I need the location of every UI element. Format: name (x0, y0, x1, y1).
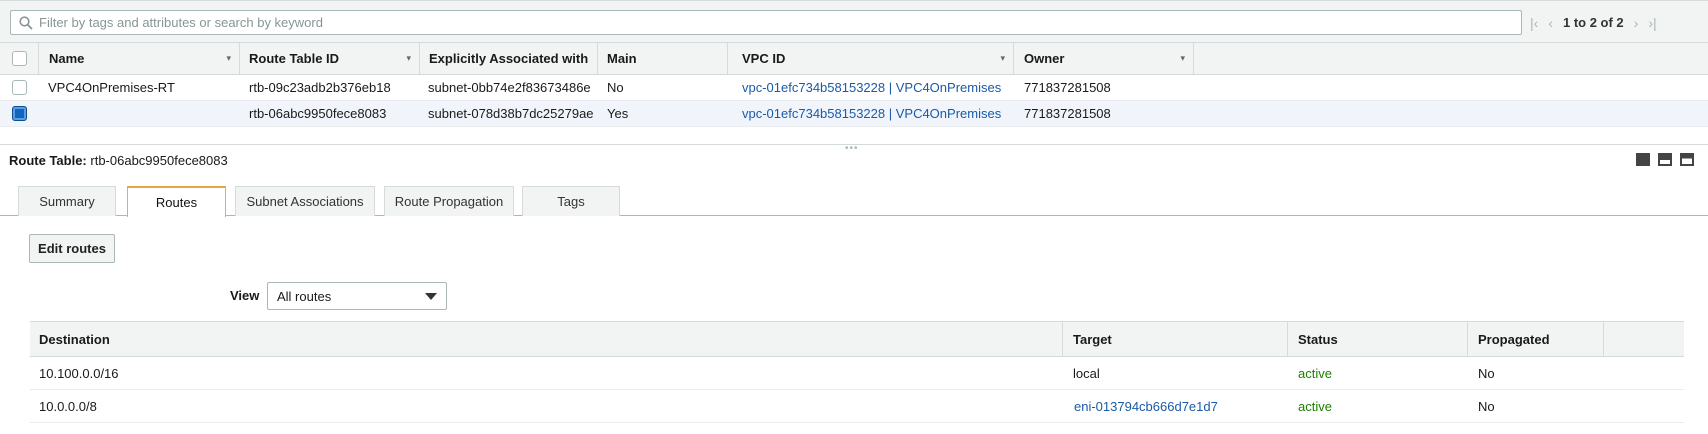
chevron-down-icon (425, 293, 437, 300)
sort-icon[interactable]: ▾ (1180, 53, 1185, 64)
column-header-propagated[interactable]: Propagated (1468, 322, 1604, 356)
main-flag: No (607, 80, 624, 95)
table-row[interactable]: VPC4OnPremises-RT rtb-09c23adb2b376eb18 … (0, 75, 1708, 101)
column-header-main[interactable]: Main (598, 43, 728, 74)
table-row: 10.100.0.0/16 local active No (30, 357, 1684, 390)
table-row[interactable]: rtb-06abc9950fece8083 subnet-078d38b7dc2… (0, 101, 1708, 127)
first-page-icon[interactable]: |‹ (1530, 15, 1538, 31)
pagination: |‹ ‹ 1 to 2 of 2 › ›| (1530, 10, 1700, 35)
search-input[interactable]: Filter by tags and attributes or search … (10, 10, 1522, 35)
main-flag: Yes (607, 106, 629, 121)
last-page-icon[interactable]: ›| (1648, 15, 1656, 31)
table-row: 10.0.0.0/8 eni-013794cb666d7e1d7 active … (30, 390, 1684, 423)
next-page-icon[interactable]: › (1634, 15, 1639, 31)
view-label: View (230, 288, 260, 303)
layout-top-icon[interactable] (1680, 153, 1694, 166)
tab-summary[interactable]: Summary (18, 186, 116, 216)
filter-bar: Filter by tags and attributes or search … (0, 0, 1708, 42)
panel-divider (0, 144, 1708, 145)
routes-table: Destination Target Status Propagated 10.… (30, 321, 1684, 423)
detail-title: Route Table: rtb-06abc9950fece8083 (9, 153, 228, 168)
route-table-id: rtb-06abc9950fece8083 (249, 106, 387, 121)
search-icon (19, 15, 33, 30)
view-select[interactable]: All routes (267, 282, 447, 310)
select-all-checkbox[interactable] (12, 51, 27, 66)
layout-split-icon[interactable] (1658, 153, 1672, 166)
view-select-value: All routes (277, 288, 332, 304)
explicit-association: subnet-0bb74e2f83673486e (428, 80, 591, 95)
detail-tabs: Summary Routes Subnet Associations Route… (0, 186, 1708, 217)
route-table-id: rtb-09c23adb2b376eb18 (249, 80, 391, 95)
column-header-target[interactable]: Target (1063, 322, 1288, 356)
route-target-link[interactable]: eni-013794cb666d7e1d7 (1074, 390, 1218, 422)
pagination-text: 1 to 2 of 2 (1562, 15, 1624, 30)
route-target: local (1073, 365, 1100, 381)
route-propagated: No (1478, 398, 1495, 414)
routes-table-header: Destination Target Status Propagated (30, 321, 1684, 357)
owner: 771837281508 (1024, 106, 1111, 121)
prev-page-icon[interactable]: ‹ (1548, 15, 1553, 31)
table-header: Name ▾ Route Table ID ▾ Explicitly Associa… (0, 42, 1708, 75)
column-header-explicitly-associated[interactable]: Explicitly Associated with (420, 43, 598, 74)
vpc-link[interactable]: vpc-01efc734b58153228 | VPC4OnPremises (742, 101, 1001, 126)
route-propagated: No (1478, 365, 1495, 381)
route-destination: 10.100.0.0/16 (39, 365, 119, 381)
owner: 771837281508 (1024, 80, 1111, 95)
sort-icon[interactable]: ▾ (406, 53, 411, 64)
route-tables-table: Name ▾ Route Table ID ▾ Explicitly Associa… (0, 42, 1708, 127)
row-checkbox[interactable] (12, 80, 27, 95)
row-checkbox[interactable] (12, 106, 27, 121)
layout-toggle (1636, 153, 1694, 166)
explicit-association: subnet-078d38b7dc25279ae (428, 106, 594, 121)
route-table-name: VPC4OnPremises-RT (48, 80, 175, 95)
route-status: active (1298, 365, 1332, 381)
vpc-link[interactable]: vpc-01efc734b58153228 | VPC4OnPremises (742, 75, 1001, 100)
tab-subnet-associations[interactable]: Subnet Associations (235, 186, 375, 216)
column-header-status[interactable]: Status (1288, 322, 1468, 356)
sort-icon[interactable]: ▾ (226, 53, 231, 64)
column-header-destination[interactable]: Destination (30, 322, 1063, 356)
search-placeholder: Filter by tags and attributes or search … (39, 15, 323, 30)
layout-full-icon[interactable] (1636, 153, 1650, 166)
column-header-route-table-id[interactable]: Route Table ID ▾ (240, 43, 420, 74)
edit-routes-button[interactable]: Edit routes (29, 234, 115, 263)
detail-label: Route Table: (9, 153, 87, 168)
tab-routes[interactable]: Routes (127, 186, 226, 217)
detail-value: rtb-06abc9950fece8083 (90, 153, 228, 168)
column-header-vpc-id[interactable]: VPC ID ▾ (728, 43, 1014, 74)
tab-route-propagation[interactable]: Route Propagation (384, 186, 514, 216)
sort-icon[interactable]: ▾ (1000, 53, 1005, 64)
route-destination: 10.0.0.0/8 (39, 398, 97, 414)
column-header-name[interactable]: Name ▾ (40, 43, 240, 74)
tab-tags[interactable]: Tags (522, 186, 620, 216)
column-header-owner[interactable]: Owner ▾ (1014, 43, 1194, 74)
route-status: active (1298, 398, 1332, 414)
